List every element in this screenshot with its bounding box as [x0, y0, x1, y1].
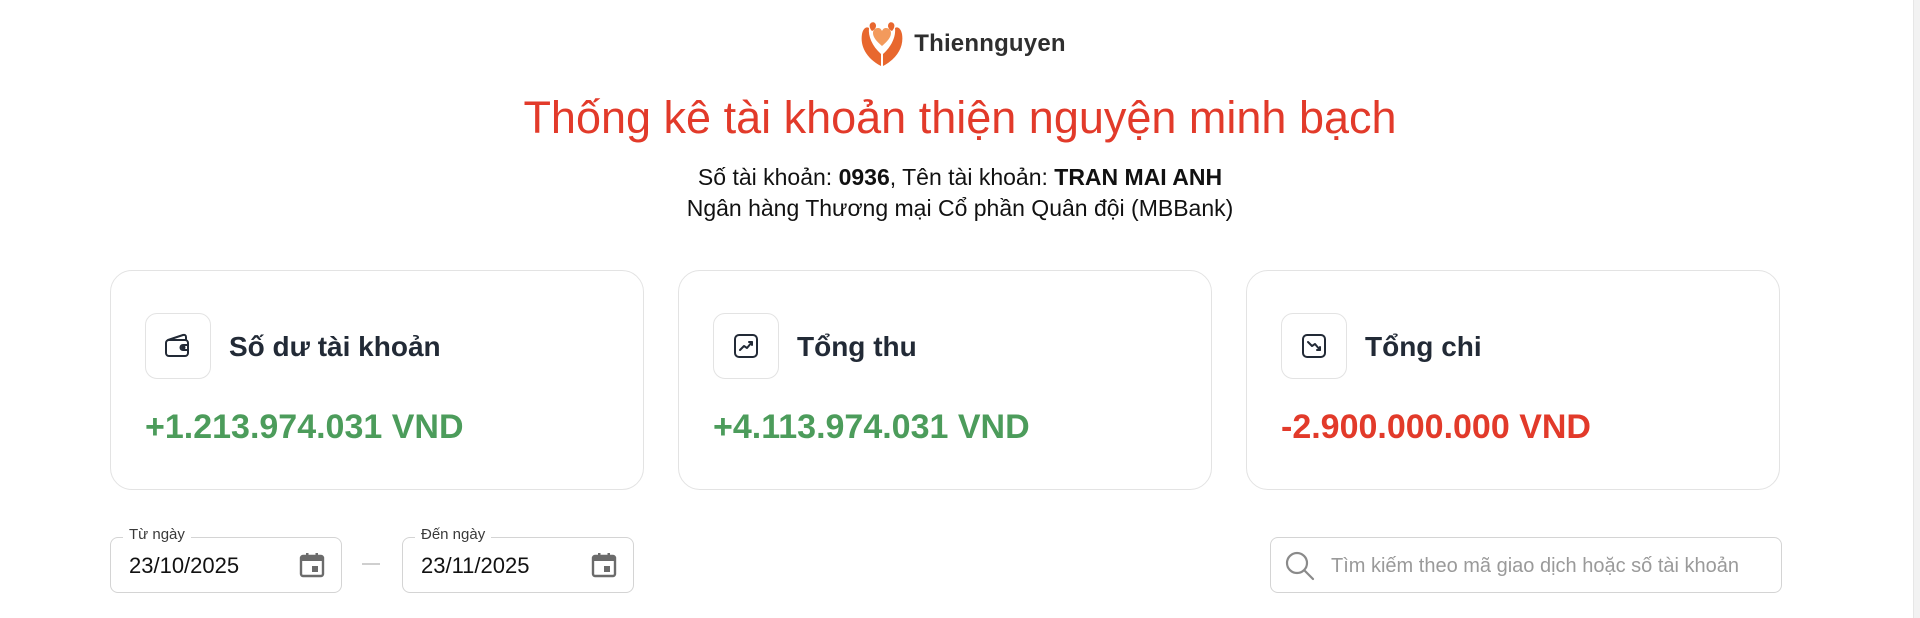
wallet-icon	[145, 313, 211, 379]
account-number-label: Số tài khoản:	[697, 164, 833, 190]
account-name-label: , Tên tài khoản:	[889, 164, 1048, 190]
income-card: Tổng thu +4.113.974.031 VND	[678, 270, 1212, 490]
expense-value: -2.900.000.000 VND	[1281, 408, 1591, 446]
balance-card: Số dư tài khoản +1.213.974.031 VND	[110, 270, 644, 490]
search-box[interactable]	[1270, 537, 1782, 593]
calendar-icon[interactable]	[589, 550, 619, 580]
to-date-label: Đến ngày	[415, 526, 492, 544]
account-name: TRAN MAI ANH	[1054, 164, 1223, 190]
search-input[interactable]	[1329, 546, 1773, 586]
from-date-field[interactable]: Từ ngày 23/10/2025	[110, 526, 342, 593]
bank-name: Ngân hàng Thương mại Cổ phần Quân đội (M…	[686, 195, 1234, 221]
hands-heart-logo-icon	[861, 22, 903, 66]
summary-cards: Số dư tài khoản +1.213.974.031 VND Tổng …	[110, 270, 1780, 490]
account-info: Số tài khoản: 0936, Tên tài khoản: TRAN …	[0, 162, 1920, 192]
card-title: Tổng chi	[1365, 331, 1482, 362]
page: Thiennguyen Thống kê tài khoản thiện ngu…	[0, 0, 1920, 618]
date-range-separator	[362, 563, 380, 565]
card-title: Tổng thu	[797, 331, 917, 362]
card-title: Số dư tài khoản	[229, 331, 441, 362]
brand-name: Thiennguyen	[914, 30, 1066, 57]
income-value: +4.113.974.031 VND	[713, 408, 1030, 446]
calendar-icon[interactable]	[297, 550, 327, 580]
balance-value: +1.213.974.031 VND	[145, 408, 464, 446]
scrollbar[interactable]	[1913, 0, 1920, 618]
brand[interactable]: Thiennguyen	[0, 16, 1920, 72]
from-date-value[interactable]: 23/10/2025	[129, 553, 239, 579]
to-date-value[interactable]: 23/11/2025	[421, 553, 529, 579]
account-number: 0936	[838, 164, 890, 190]
page-title: Thống kê tài khoản thiện nguyện minh bạc…	[523, 92, 1397, 143]
search-icon	[1285, 551, 1315, 581]
from-date-label: Từ ngày	[123, 526, 191, 544]
trending-up-icon	[713, 313, 779, 379]
expense-card: Tổng chi -2.900.000.000 VND	[1246, 270, 1780, 490]
to-date-field[interactable]: Đến ngày 23/11/2025	[402, 526, 634, 593]
trending-down-icon	[1281, 313, 1347, 379]
